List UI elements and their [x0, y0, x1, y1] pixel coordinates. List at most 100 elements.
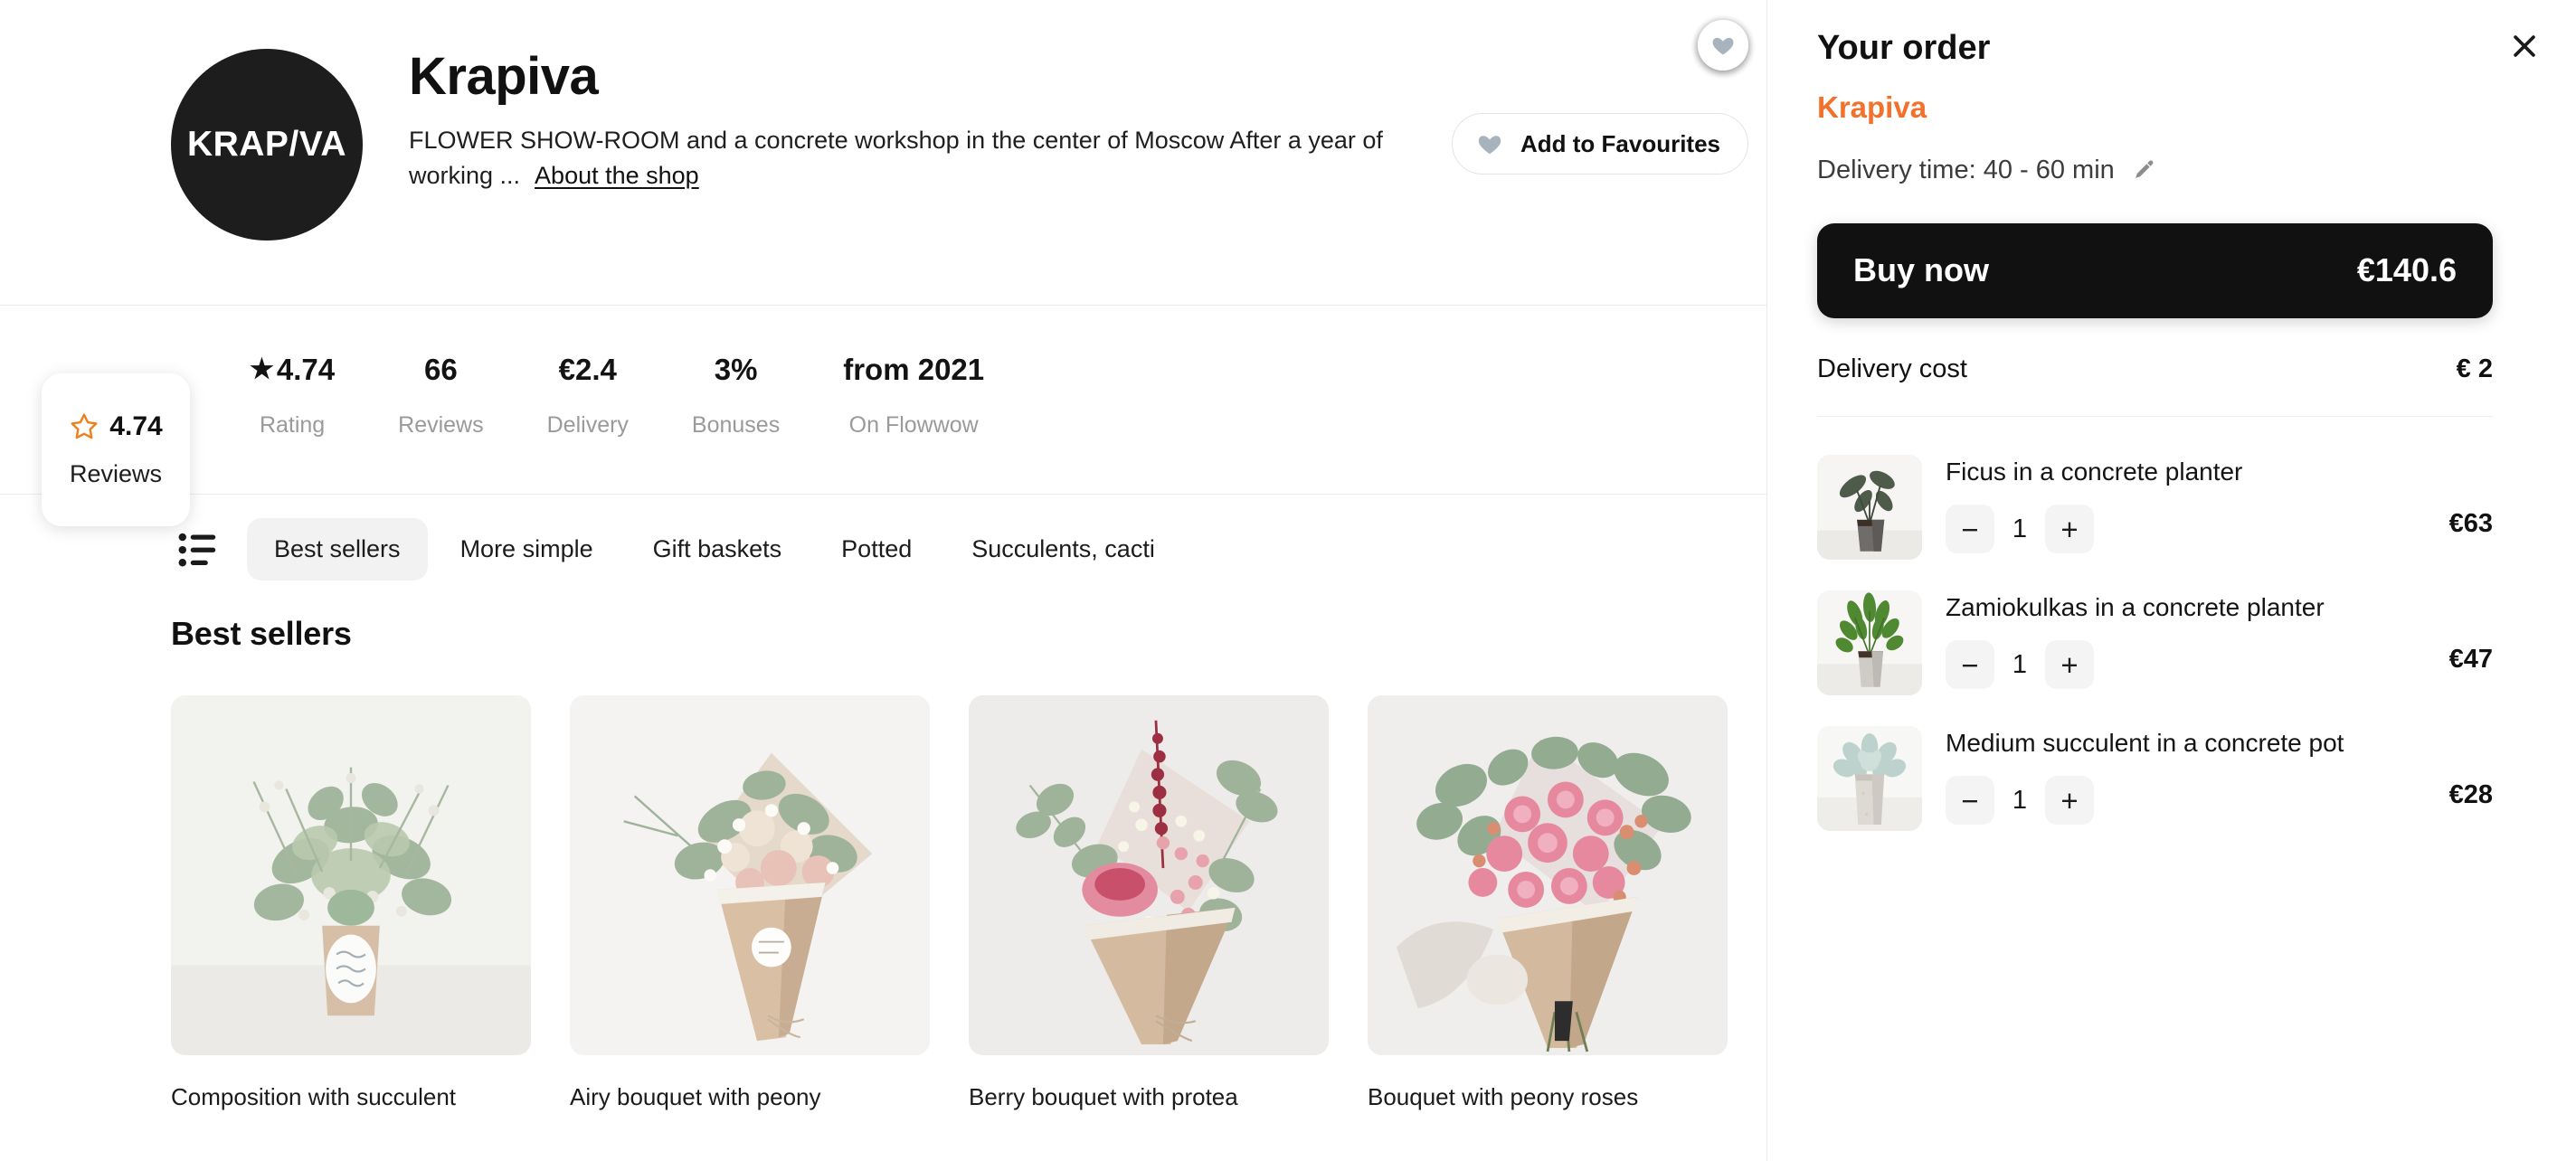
stat-rating: ★ 4.74 Rating — [218, 354, 366, 439]
cart-item-name: Medium succulent in a concrete pot — [1946, 728, 2344, 757]
shop-stats-strip: ★ 4.74 Rating 66 Reviews €2.4 Delivery 3%… — [0, 306, 1766, 495]
stat-rating-value: ★ 4.74 — [250, 354, 335, 384]
tab-gift-baskets[interactable]: Gift baskets — [626, 518, 810, 580]
stat-bonuses: 3% Bonuses — [660, 354, 811, 439]
minus-icon: − — [1961, 512, 1979, 546]
product-card[interactable]: Airy bouquet with peony — [570, 20, 1748, 1113]
cart-item: Ficus in a concrete planter − 1 + €63 — [1817, 424, 2493, 560]
star-filled-icon: ★ — [250, 354, 274, 384]
shop-logo: KRAP/VA — [171, 49, 363, 241]
order-panel-title: Your order — [1817, 29, 1991, 67]
stat-reviews-value: 66 — [424, 353, 458, 386]
product-title: Airy bouquet with peony — [570, 1083, 821, 1110]
cart-item: Medium succulent in a concrete pot − 1 +… — [1817, 695, 2493, 831]
add-to-favourites-label: Add to Favourites — [1520, 129, 1721, 157]
cart-item: Zamiokulkas in a concrete planter − 1 + … — [1817, 560, 2493, 695]
tab-best-sellers[interactable]: Best sellers — [247, 518, 428, 580]
cart-item-body: Ficus in a concrete planter − 1 + — [1922, 455, 2449, 554]
shop-header: KRAP/VA Krapiva FLOWER SHOW-ROOM and a c… — [0, 0, 1766, 306]
stat-delivery-caption: Delivery — [546, 412, 629, 438]
delivery-time-text: Delivery time: 40 - 60 min — [1817, 155, 2115, 184]
product-grid: Composition with succulent Airy bouquet … — [0, 20, 1766, 1113]
buy-now-total: €140.6 — [2356, 251, 2457, 289]
order-shop-link[interactable]: Krapiva — [1817, 90, 1927, 125]
stat-bonuses-caption: Bonuses — [691, 412, 781, 438]
quantity-value: 1 — [2012, 649, 2028, 679]
shop-page: KRAP/VA Krapiva FLOWER SHOW-ROOM and a c… — [0, 0, 2576, 1161]
cart-item-thumbnail — [1817, 590, 1922, 695]
plus-icon: + — [2060, 647, 2079, 682]
stat-rating-number: 4.74 — [276, 353, 336, 386]
cart-item-name: Ficus in a concrete planter — [1946, 457, 2243, 486]
tab-potted[interactable]: Potted — [814, 518, 939, 580]
buy-now-button[interactable]: Buy now €140.6 — [1817, 222, 2493, 318]
heart-icon — [1710, 33, 1736, 58]
quantity-stepper: − 1 + — [1946, 505, 2449, 554]
minus-icon: − — [1961, 783, 1979, 817]
order-panel-header: Your order — [1817, 0, 2535, 68]
product-image — [171, 695, 531, 1055]
cart-item-body: Medium succulent in a concrete pot − 1 + — [1922, 726, 2449, 826]
quantity-value: 1 — [2012, 514, 2028, 543]
decrease-quantity-button[interactable]: − — [1946, 776, 1994, 826]
delivery-cost-label: Delivery cost — [1817, 354, 1967, 383]
product-card[interactable]: Berry bouquet with protea — [969, 20, 1748, 1113]
product-image — [570, 695, 930, 1055]
quantity-stepper: − 1 + — [1946, 640, 2449, 690]
about-the-shop-link[interactable]: About the shop — [520, 162, 699, 189]
product-title: Composition with succulent — [171, 1083, 457, 1110]
tab-more-simple[interactable]: More simple — [433, 518, 620, 580]
order-panel-inner: Your order Krapiva Delivery time: 40 - 6… — [1767, 0, 2576, 831]
stat-delivery-value: €2.4 — [558, 353, 617, 386]
decrease-quantity-button[interactable]: − — [1946, 640, 1994, 690]
add-to-favourites-button[interactable]: Add to Favourites — [1452, 113, 1749, 175]
stat-on-flowwow-value: from 2021 — [843, 353, 985, 386]
stat-rating-caption: Rating — [259, 412, 326, 438]
list-view-icon[interactable] — [178, 532, 218, 568]
shop-logo-text: KRAP/VA — [186, 125, 347, 164]
pencil-edit-icon[interactable] — [2131, 157, 2156, 183]
main-content-column: KRAP/VA Krapiva FLOWER SHOW-ROOM and a c… — [0, 0, 1766, 1161]
product-image — [1368, 695, 1728, 1055]
stat-reviews-caption: Reviews — [398, 412, 484, 438]
increase-quantity-button[interactable]: + — [2045, 776, 2094, 826]
delivery-time-row: Delivery time: 40 - 60 min — [1817, 156, 2493, 185]
category-tabs: Best sellers More simple Gift baskets Po… — [0, 495, 1766, 604]
cart-item-price: €28 — [2448, 780, 2493, 810]
product-card[interactable]: Bouquet with peony roses — [1368, 20, 1748, 1113]
cart-item-thumbnail — [1817, 725, 1922, 831]
plus-icon: + — [2060, 512, 2079, 546]
cart-item-body: Zamiokulkas in a concrete planter − 1 + — [1922, 590, 2449, 690]
stat-delivery: €2.4 Delivery — [516, 354, 660, 439]
increase-quantity-button[interactable]: + — [2045, 640, 2094, 690]
cart-items-list: Ficus in a concrete planter − 1 + €63 Za… — [1817, 417, 2493, 831]
quantity-value: 1 — [2012, 785, 2028, 815]
delivery-cost-value: € 2 — [2456, 354, 2493, 383]
delivery-cost-row: Delivery cost € 2 — [1817, 354, 2493, 417]
increase-quantity-button[interactable]: + — [2045, 505, 2094, 554]
cart-item-price: €63 — [2448, 509, 2493, 539]
buy-now-label: Buy now — [1853, 251, 1989, 289]
decrease-quantity-button[interactable]: − — [1946, 505, 1994, 554]
close-icon[interactable] — [2504, 25, 2545, 67]
section-title-best-sellers: Best sellers — [171, 615, 352, 652]
plus-icon: + — [2060, 783, 2079, 817]
reviews-badge-score-row: 4.74 — [69, 411, 163, 442]
cart-item-price: €47 — [2448, 645, 2493, 675]
reviews-badge[interactable]: 4.74 Reviews — [42, 373, 190, 526]
product-image — [969, 695, 1329, 1055]
stat-bonuses-value: 3% — [714, 353, 758, 386]
minus-icon: − — [1961, 647, 1979, 682]
page-title: Krapiva — [409, 47, 599, 106]
favourite-toggle[interactable] — [1698, 20, 1748, 71]
reviews-badge-score: 4.74 — [109, 411, 163, 441]
stat-on-flowwow: from 2021 On Flowwow — [811, 354, 1016, 439]
quantity-stepper: − 1 + — [1946, 776, 2449, 826]
product-title: Bouquet with peony roses — [1368, 1083, 1639, 1110]
product-card[interactable]: Composition with succulent — [171, 20, 1748, 1113]
stat-on-flowwow-caption: On Flowwow — [848, 412, 979, 438]
star-outline-icon — [69, 411, 99, 442]
stat-reviews: 66 Reviews — [366, 354, 515, 439]
tab-succulents-cacti[interactable]: Succulents, cacti — [944, 518, 1182, 580]
shop-description: FLOWER SHOW-ROOM and a concrete workshop… — [409, 123, 1413, 194]
